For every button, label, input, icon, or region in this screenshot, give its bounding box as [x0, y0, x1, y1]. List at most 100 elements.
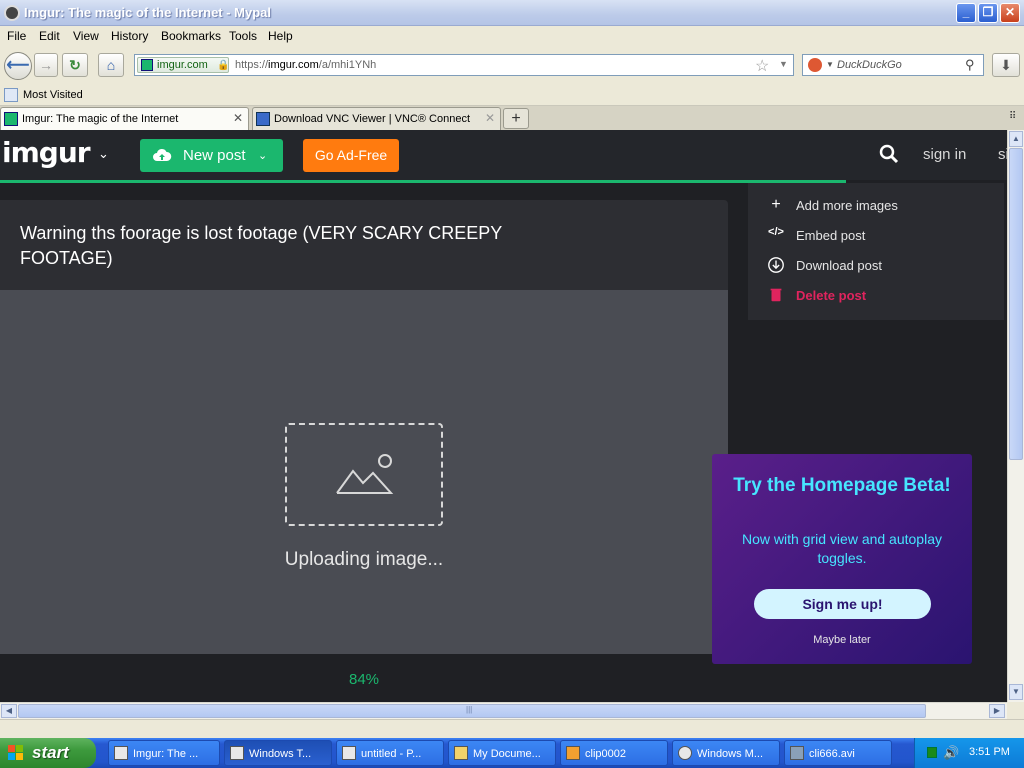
tab-close-icon[interactable]: ✕ [485, 111, 495, 125]
menu-bookmarks[interactable]: Bookmarks [161, 29, 221, 43]
taskbar-item-imgur[interactable]: Imgur: The ... [108, 740, 220, 766]
imgur-favicon-icon [4, 112, 18, 126]
url-bar[interactable]: imgur.com 🔒 https://imgur.com/a/mhi1YNh … [134, 54, 794, 76]
vertical-scrollbar[interactable]: ▲ ▼ [1007, 130, 1024, 702]
new-tab-button[interactable]: + [503, 108, 529, 129]
bookmarks-toolbar: Most Visited [0, 84, 1024, 106]
clock[interactable]: 3:51 PM [969, 746, 1010, 758]
forward-button[interactable]: → [34, 53, 58, 77]
task-manager-icon [230, 746, 244, 760]
post-options-menu: + Add more images </> Embed post Downloa… [748, 183, 1004, 320]
beta-title: Try the Homepage Beta! [733, 475, 951, 496]
menu-view[interactable]: View [73, 29, 99, 43]
uploading-status: Uploading image... [284, 549, 444, 570]
reload-button[interactable]: ↻ [62, 53, 88, 77]
tab-imgur[interactable]: Imgur: The magic of the Internet ✕ [0, 107, 249, 131]
post-title[interactable]: Warning ths foorage is lost footage (VER… [20, 221, 540, 271]
search-icon[interactable] [879, 144, 899, 164]
restore-button[interactable]: ❐ [978, 3, 998, 23]
start-label: start [32, 743, 69, 762]
taskbar-item-windows-media[interactable]: Windows M... [672, 740, 780, 766]
close-button[interactable]: ✕ [1000, 3, 1020, 23]
media-player-icon [678, 746, 692, 760]
site-identity-label: imgur.com [157, 59, 208, 71]
sign-me-up-button[interactable]: Sign me up! [754, 589, 931, 619]
tab-label: Download VNC Viewer | VNC® Connect [274, 113, 471, 125]
search-icon[interactable]: ⚲ [965, 57, 975, 73]
cloud-upload-icon [153, 148, 172, 161]
tab-label: Imgur: The magic of the Internet [22, 113, 179, 125]
beta-subtitle: Now with grid view and autoplay toggles. [742, 531, 942, 566]
taskbar-item-windows-task-manager[interactable]: Windows T... [224, 740, 332, 766]
new-post-label: New post [183, 147, 246, 164]
scroll-up-arrow-icon[interactable]: ▲ [1009, 131, 1023, 147]
menu-help[interactable]: Help [268, 29, 293, 43]
menu-edit[interactable]: Edit [39, 29, 60, 43]
vertical-scroll-thumb[interactable] [1009, 148, 1023, 460]
post-title-card: Warning ths foorage is lost footage (VER… [0, 200, 728, 290]
media-icon [566, 746, 580, 760]
browser-icon [4, 5, 20, 21]
back-arrow-icon: ⟵ [6, 57, 30, 74]
most-visited-icon [4, 88, 18, 102]
tab-strip: Imgur: The magic of the Internet ✕ Downl… [0, 106, 1024, 131]
taskbar-item-cli666[interactable]: cli666.avi [784, 740, 892, 766]
minimize-button[interactable]: _ [956, 3, 976, 23]
plus-icon: + [511, 110, 521, 127]
tray-app-icon[interactable] [927, 747, 937, 758]
duckduckgo-icon[interactable] [808, 58, 822, 72]
home-button[interactable]: ⌂ [98, 53, 124, 77]
sign-in-link[interactable]: sign in [923, 146, 966, 163]
search-bar[interactable]: ▼ DuckDuckGo ⚲ [802, 54, 984, 76]
scroll-left-arrow-icon[interactable]: ◀ [1, 704, 17, 718]
title-bar: Imgur: The magic of the Internet - Mypal… [0, 0, 1024, 26]
upload-progress-bar [0, 180, 846, 183]
reload-icon: ↻ [69, 57, 81, 73]
taskbar-item-clip0002[interactable]: clip0002 [560, 740, 668, 766]
new-post-button[interactable]: New post ⌄ [140, 139, 283, 172]
go-ad-free-button[interactable]: Go Ad-Free [303, 139, 399, 172]
system-tray: 🔊 3:51 PM [914, 738, 1024, 768]
page-content: imgur ⌄ New post ⌄ Go Ad-Free sign in si… [0, 130, 1007, 702]
search-engine-dropdown-icon[interactable]: ▼ [826, 60, 834, 69]
start-button[interactable]: start [0, 738, 96, 768]
chevron-down-icon[interactable]: ⌄ [98, 146, 109, 162]
back-button[interactable]: ⟵ [4, 52, 32, 80]
site-identity-button[interactable]: imgur.com 🔒 [137, 57, 229, 73]
bookmark-most-visited[interactable]: Most Visited [23, 89, 83, 101]
imgur-logo[interactable]: imgur [2, 136, 91, 169]
menu-file[interactable]: File [7, 29, 26, 43]
image-icon [336, 454, 394, 494]
downloads-button[interactable]: ⬇ [992, 53, 1020, 77]
scroll-grip-icon: ||| [466, 705, 473, 714]
url-dropdown-icon[interactable]: ▼ [779, 59, 788, 69]
scroll-right-arrow-icon[interactable]: ▶ [989, 704, 1005, 718]
forward-arrow-icon: → [39, 57, 53, 73]
taskbar-item-paint[interactable]: untitled - P... [336, 740, 444, 766]
list-all-tabs-icon[interactable]: ⠿ [1009, 111, 1016, 122]
taskbar-item-my-documents[interactable]: My Docume... [448, 740, 556, 766]
download-arrow-icon: ⬇ [1000, 57, 1012, 73]
plus-icon: + [771, 196, 781, 213]
paint-icon [342, 746, 356, 760]
tab-close-icon[interactable]: ✕ [233, 111, 243, 125]
tab-vnc-viewer[interactable]: Download VNC Viewer | VNC® Connect ✕ [252, 107, 501, 130]
maybe-later-link[interactable]: Maybe later [712, 634, 972, 646]
url-text[interactable]: https://imgur.com/a/mhi1YNh [235, 59, 376, 71]
vnc-favicon-icon [256, 112, 270, 126]
menu-tools[interactable]: Tools [229, 29, 257, 43]
horizontal-scrollbar[interactable]: ◀ ||| ▶ [0, 702, 1007, 719]
video-file-icon [790, 746, 804, 760]
navigation-toolbar: ⟵ → ↻ ⌂ imgur.com 🔒 https://imgur.com/a/… [0, 46, 1024, 84]
menu-history[interactable]: History [111, 29, 148, 43]
menu-bar: File Edit View History Bookmarks Tools H… [0, 26, 1024, 46]
status-bar [0, 719, 1024, 738]
sign-up-link[interactable]: sign up [998, 146, 1007, 163]
post-image-area: Uploading image... [0, 290, 728, 654]
imgur-header: imgur ⌄ New post ⌄ Go Ad-Free sign in si… [0, 130, 1007, 180]
speaker-icon[interactable]: 🔊 [943, 745, 959, 761]
windows-taskbar: start Imgur: The ... Windows T... untitl… [0, 738, 1024, 768]
imgur-favicon-icon [141, 59, 153, 71]
bookmark-star-icon[interactable]: ☆ [755, 56, 769, 76]
scroll-down-arrow-icon[interactable]: ▼ [1009, 684, 1023, 700]
